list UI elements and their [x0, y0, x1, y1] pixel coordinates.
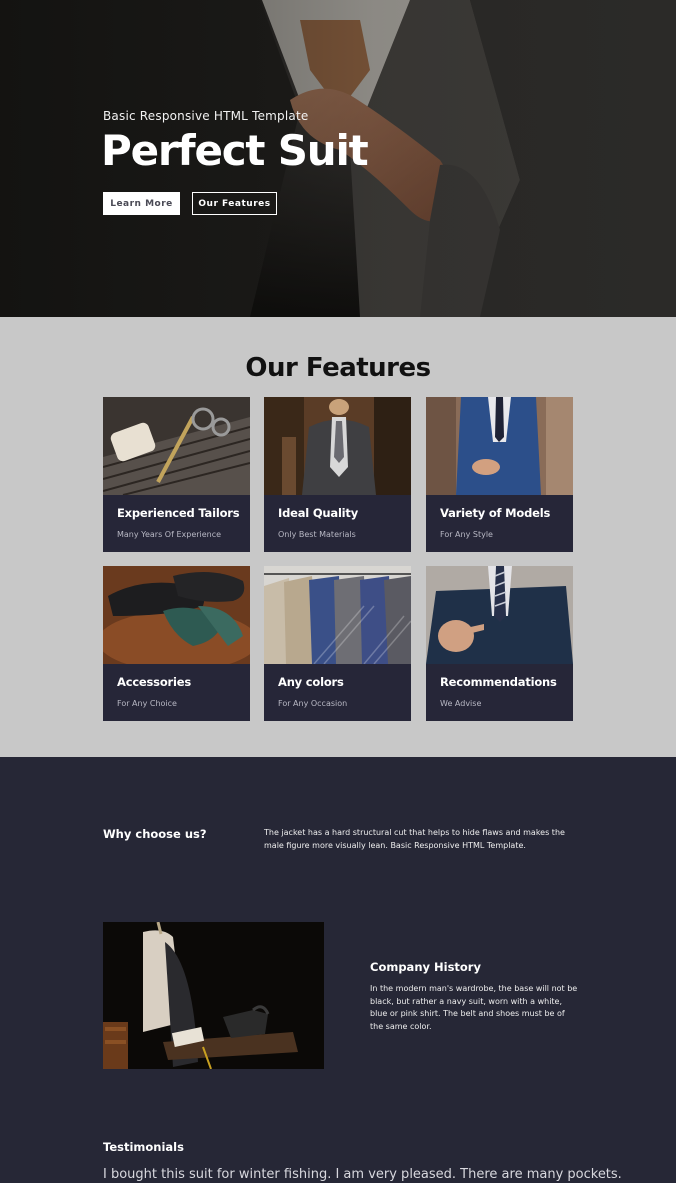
suits-rack-image [264, 566, 411, 664]
feature-card-subtitle: For Any Occasion [278, 699, 348, 708]
features-section: Our Features Experienced Tailors Many Ye… [0, 317, 676, 757]
testimonial-quote: I bought this suit for winter fishing. I… [103, 1167, 622, 1182]
feature-card-title: Accessories [117, 675, 191, 689]
feature-card-tailors[interactable]: Experienced Tailors Many Years Of Experi… [103, 397, 250, 552]
mannequin-suit-image [264, 397, 411, 495]
blue-suit-man-image [426, 397, 573, 495]
learn-more-button[interactable]: Learn More [103, 192, 180, 215]
testimonials-title: Testimonials [103, 1140, 184, 1154]
hero-title: Perfect Suit [101, 126, 369, 175]
feature-card-title: Experienced Tailors [117, 506, 240, 520]
feature-card-title: Recommendations [440, 675, 557, 689]
our-features-button[interactable]: Our Features [192, 192, 277, 215]
pointing-man-image [426, 566, 573, 664]
feature-card-title: Any colors [278, 675, 344, 689]
feature-card-subtitle: For Any Style [440, 530, 493, 539]
hero-subtitle: Basic Responsive HTML Template [103, 109, 309, 123]
feature-card-title: Variety of Models [440, 506, 551, 520]
why-choose-us-text: The jacket has a hard structural cut tha… [264, 828, 565, 850]
feature-card-quality[interactable]: Ideal Quality Only Best Materials [264, 397, 411, 552]
feature-card-recommendations[interactable]: Recommendations We Advise [426, 566, 573, 721]
company-history-text: In the modern man's wardrobe, the base w… [370, 984, 578, 1031]
feature-card-subtitle: We Advise [440, 699, 482, 708]
why-choose-us-title: Why choose us? [103, 827, 207, 841]
tailor-workshop-image [103, 922, 324, 1069]
tailor-tools-image [103, 397, 250, 495]
feature-card-title: Ideal Quality [278, 506, 359, 520]
feature-card-subtitle: Only Best Materials [278, 530, 356, 539]
hero-section: Basic Responsive HTML Template Perfect S… [0, 0, 676, 317]
features-title: Our Features [245, 353, 431, 383]
feature-card-accessories[interactable]: Accessories For Any Choice [103, 566, 250, 721]
company-history-title: Company History [370, 960, 481, 974]
feature-card-models[interactable]: Variety of Models For Any Style [426, 397, 573, 552]
shoes-ties-image [103, 566, 250, 664]
feature-card-colors[interactable]: Any colors For Any Occasion [264, 566, 411, 721]
feature-card-subtitle: For Any Choice [117, 699, 177, 708]
feature-card-subtitle: Many Years Of Experience [117, 530, 222, 539]
